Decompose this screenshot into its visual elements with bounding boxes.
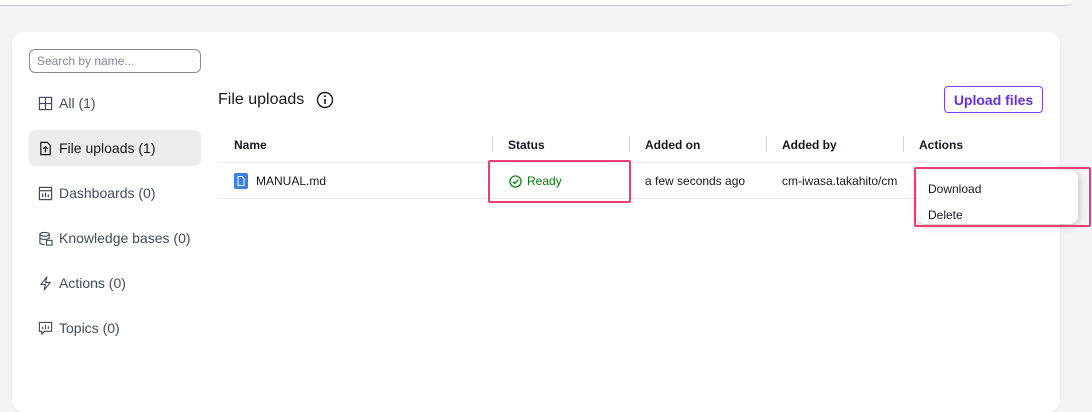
added-by-text: cm-iwasa.takahito/cm xyxy=(782,174,897,188)
sidebar-item-topics[interactable]: Topics (0) xyxy=(29,310,201,346)
file-name-cell[interactable]: MANUAL.md xyxy=(234,173,326,189)
column-header-status[interactable]: Status xyxy=(508,138,545,152)
database-icon xyxy=(38,231,53,246)
column-divider[interactable] xyxy=(766,136,767,152)
sidebar-item-dashboards[interactable]: Dashboards (0) xyxy=(29,175,201,211)
sidebar-item-knowledge-bases[interactable]: Knowledge bases (0) xyxy=(29,220,201,256)
top-bar xyxy=(0,0,1072,6)
search-box[interactable] xyxy=(29,49,201,73)
topic-chat-icon xyxy=(38,321,53,336)
sidebar-item-label: Dashboards (0) xyxy=(59,185,156,201)
column-header-added-on[interactable]: Added on xyxy=(645,138,700,152)
added-on-cell: a few seconds ago xyxy=(645,174,745,188)
file-name[interactable]: MANUAL.md xyxy=(256,174,326,188)
dashboard-icon xyxy=(38,186,53,201)
upload-files-button[interactable]: Upload files xyxy=(944,86,1043,113)
column-divider[interactable] xyxy=(492,136,493,152)
sidebar-item-label: Actions (0) xyxy=(59,275,126,291)
info-icon[interactable] xyxy=(316,91,334,109)
section-header: File uploads xyxy=(218,91,334,109)
sidebar-item-label: All (1) xyxy=(59,95,96,111)
column-header-name[interactable]: Name xyxy=(234,138,267,152)
menu-highlight-box xyxy=(914,167,1091,227)
sidebar-item-file-uploads[interactable]: File uploads (1) xyxy=(29,130,201,166)
lightning-icon xyxy=(38,276,53,291)
column-divider[interactable] xyxy=(629,136,630,152)
search-icon[interactable] xyxy=(192,54,193,68)
page-title: File uploads xyxy=(218,91,304,109)
document-icon xyxy=(234,173,248,189)
grid-icon xyxy=(38,96,53,111)
search-input[interactable] xyxy=(37,54,192,68)
sidebar-item-actions[interactable]: Actions (0) xyxy=(29,265,201,301)
sidebar-item-label: Topics (0) xyxy=(59,320,120,336)
column-divider[interactable] xyxy=(903,136,904,152)
table-header: Name Status Added on Added by Actions xyxy=(218,130,1043,163)
sidebar-item-all[interactable]: All (1) xyxy=(29,85,201,121)
sidebar-item-label: Knowledge bases (0) xyxy=(59,230,191,246)
status-highlight-box xyxy=(488,160,631,203)
column-header-actions: Actions xyxy=(919,138,963,152)
file-upload-icon xyxy=(38,141,53,156)
column-header-added-by[interactable]: Added by xyxy=(782,138,837,152)
added-by-cell: cm-iwasa.takahito/cm xyxy=(782,174,904,188)
sidebar-item-label: File uploads (1) xyxy=(59,140,156,156)
